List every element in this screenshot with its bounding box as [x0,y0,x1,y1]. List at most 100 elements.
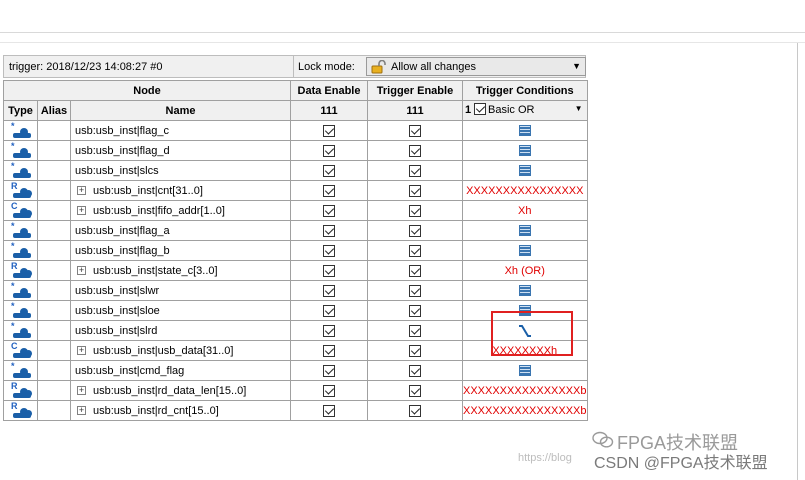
data-enable-checkbox[interactable] [323,164,335,177]
alias-cell[interactable] [37,340,71,361]
expand-icon[interactable]: + [77,346,86,356]
trigger-condition-cell[interactable] [462,280,588,301]
trigger-enable-cell[interactable] [367,220,463,241]
alias-cell[interactable] [37,400,71,421]
alias-cell[interactable] [37,200,71,221]
trigger-enable-checkbox[interactable] [409,324,421,337]
alias-cell[interactable] [37,140,71,161]
trigger-enable-cell[interactable] [367,120,463,141]
data-enable-cell[interactable] [290,380,368,401]
data-enable-checkbox[interactable] [323,184,335,197]
dont-care-icon[interactable] [518,145,531,157]
table-row[interactable]: * usb:usb_inst|slcs [3,160,588,181]
name-column-header[interactable]: Name [70,100,291,121]
name-cell[interactable]: + usb:usb_inst|state_c[3..0] [70,260,291,281]
expand-icon[interactable]: + [77,206,86,216]
alias-cell[interactable] [37,280,71,301]
name-cell[interactable]: + usb:usb_inst|rd_cnt[15..0] [70,400,291,421]
trigger-enable-checkbox[interactable] [409,184,421,197]
alias-cell[interactable] [37,300,71,321]
trigger-enable-cell[interactable] [367,260,463,281]
name-cell[interactable]: usb:usb_inst|flag_c [70,120,291,141]
trigger-enable-checkbox[interactable] [409,344,421,357]
trigger-enable-cell[interactable] [367,320,463,341]
table-row[interactable]: * usb:usb_inst|cmd_flag [3,360,588,381]
data-enable-cell[interactable] [290,120,368,141]
dont-care-icon[interactable] [518,225,531,237]
trigger-enable-cell[interactable] [367,280,463,301]
alias-cell[interactable] [37,260,71,281]
trigger-enable-cell[interactable] [367,240,463,261]
name-cell[interactable]: + usb:usb_inst|rd_data_len[15..0] [70,380,291,401]
name-cell[interactable]: usb:usb_inst|flag_b [70,240,291,261]
data-enable-checkbox[interactable] [323,224,335,237]
trigger-enable-checkbox[interactable] [409,164,421,177]
data-enable-checkbox[interactable] [323,304,335,317]
trigger-condition-value[interactable]: XXXXXXXXXXXXXXXXb [463,405,586,417]
name-cell[interactable]: usb:usb_inst|slwr [70,280,291,301]
name-cell[interactable]: usb:usb_inst|flag_d [70,140,291,161]
type-column-header[interactable]: Type [3,100,38,121]
trigger-mode-cell[interactable]: 1 Basic OR ▼ [462,100,588,121]
table-row[interactable]: R + usb:usb_inst|rd_cnt[15..0] XXXXXXXXXXXX… [3,400,588,421]
table-row[interactable]: R + usb:usb_inst|state_c[3..0] Xh (OR) [3,260,588,281]
data-enable-cell[interactable] [290,160,368,181]
name-cell[interactable]: + usb:usb_inst|fifo_addr[1..0] [70,200,291,221]
table-row[interactable]: * usb:usb_inst|flag_d [3,140,588,161]
alias-cell[interactable] [37,380,71,401]
trigger-condition-cell[interactable] [462,240,588,261]
data-enable-cell[interactable] [290,300,368,321]
trigger-enable-checkbox[interactable] [409,124,421,137]
name-cell[interactable]: usb:usb_inst|sloe [70,300,291,321]
table-row[interactable]: * usb:usb_inst|flag_c [3,120,588,141]
alias-column-header[interactable]: Alias [37,100,71,121]
data-enable-checkbox[interactable] [323,344,335,357]
table-row[interactable]: * usb:usb_inst|flag_a [3,220,588,241]
table-row[interactable]: * usb:usb_inst|flag_b [3,240,588,261]
trigger-enable-cell[interactable] [367,340,463,361]
trigger-condition-checkbox[interactable] [474,102,486,115]
data-enable-checkbox[interactable] [323,244,335,257]
trigger-enable-checkbox[interactable] [409,244,421,257]
trigger-enable-cell[interactable] [367,160,463,181]
trigger-enable-checkbox[interactable] [409,284,421,297]
trigger-condition-value[interactable]: Xh (OR) [505,265,545,277]
table-row[interactable]: R + usb:usb_inst|rd_data_len[15..0] XXXXXXX… [3,380,588,401]
dont-care-icon[interactable] [518,285,531,297]
data-enable-cell[interactable] [290,220,368,241]
trigger-condition-value[interactable]: Xh [518,205,531,217]
table-row[interactable]: R + usb:usb_inst|cnt[31..0] XXXXXXXXXXXXXXX… [3,180,588,201]
data-enable-cell[interactable] [290,240,368,261]
name-cell[interactable]: usb:usb_inst|slrd [70,320,291,341]
trigger-condition-cell[interactable] [462,220,588,241]
trigger-condition-cell[interactable]: XXXXXXXXXXXXXXXXb [462,400,588,421]
trigger-enable-checkbox[interactable] [409,304,421,317]
trigger-condition-cell[interactable]: Xh [462,200,588,221]
name-cell[interactable]: + usb:usb_inst|usb_data[31..0] [70,340,291,361]
name-cell[interactable]: usb:usb_inst|flag_a [70,220,291,241]
trigger-enable-checkbox[interactable] [409,224,421,237]
data-enable-cell[interactable] [290,340,368,361]
trigger-enable-cell[interactable] [367,300,463,321]
data-enable-checkbox[interactable] [323,144,335,157]
data-enable-cell[interactable] [290,200,368,221]
data-enable-checkbox[interactable] [323,404,335,417]
dont-care-icon[interactable] [518,165,531,177]
trigger-enable-cell[interactable] [367,140,463,161]
trigger-enable-checkbox[interactable] [409,364,421,377]
trigger-enable-checkbox[interactable] [409,264,421,277]
alias-cell[interactable] [37,360,71,381]
data-enable-cell[interactable] [290,140,368,161]
trigger-condition-value[interactable]: XXXXXXXXXXXXXXXX [466,185,583,197]
trigger-condition-cell[interactable]: Xh (OR) [462,260,588,281]
data-enable-cell[interactable] [290,400,368,421]
alias-cell[interactable] [37,120,71,141]
data-enable-cell[interactable] [290,260,368,281]
trigger-enable-cell[interactable] [367,360,463,381]
name-cell[interactable]: usb:usb_inst|cmd_flag [70,360,291,381]
data-enable-cell[interactable] [290,280,368,301]
trigger-enable-cell[interactable] [367,200,463,221]
table-row[interactable]: * usb:usb_inst|slwr [3,280,588,301]
trigger-mode-select[interactable]: Basic OR [488,104,534,116]
data-enable-checkbox[interactable] [323,124,335,137]
